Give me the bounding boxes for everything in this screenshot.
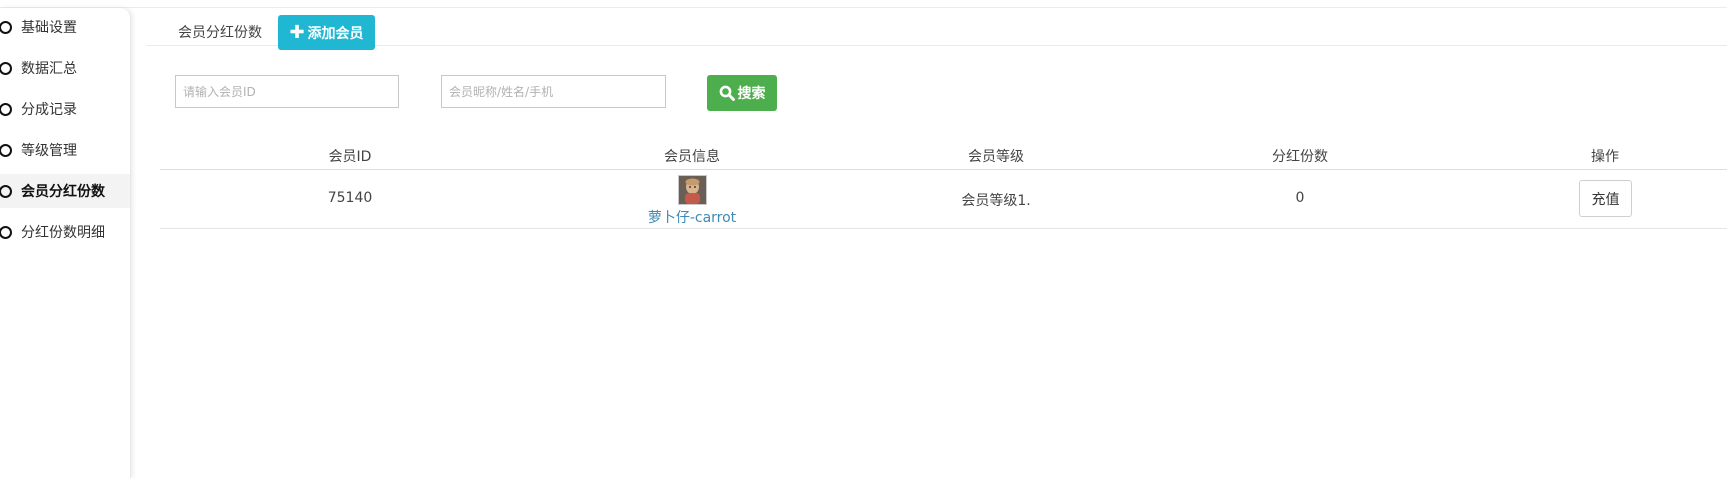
- search-icon: [719, 85, 735, 101]
- column-header-actions: 操作: [1591, 149, 1619, 165]
- circle-icon: [0, 102, 12, 116]
- sidebar-item-label: 等级管理: [21, 143, 77, 159]
- circle-icon: [0, 184, 12, 198]
- sidebar-item-label: 分成记录: [21, 102, 77, 118]
- avatar[interactable]: [678, 175, 707, 205]
- member-keyword-input[interactable]: [441, 75, 666, 108]
- circle-icon: [0, 61, 12, 75]
- sidebar-item-level-management[interactable]: 等级管理: [0, 133, 130, 167]
- sidebar-item-label: 会员分红份数: [21, 184, 105, 200]
- search-button-label: 搜索: [737, 86, 766, 102]
- column-header-member-id: 会员ID: [328, 149, 372, 165]
- search-button[interactable]: 搜索: [707, 75, 777, 111]
- sidebar-item-member-shares[interactable]: 会员分红份数: [0, 174, 130, 208]
- column-header-shares: 分红份数: [1272, 149, 1328, 165]
- circle-icon: [0, 225, 12, 239]
- add-member-label: 添加会员: [307, 25, 364, 42]
- top-border: [0, 0, 1727, 8]
- avatar-image: [679, 176, 706, 204]
- column-header-member-info: 会员信息: [664, 149, 720, 165]
- sidebar-item-basic-settings[interactable]: 基础设置: [0, 10, 130, 44]
- tab-member-shares[interactable]: 会员分红份数: [178, 22, 262, 42]
- sidebar-item-label: 基础设置: [21, 20, 77, 36]
- circle-icon: [0, 20, 12, 34]
- sidebar-item-label: 分红份数明细: [21, 225, 105, 241]
- add-member-button[interactable]: ✚ 添加会员: [278, 15, 375, 50]
- member-level-cell: 会员等级1.: [961, 193, 1031, 209]
- sidebar-item-label: 数据汇总: [21, 61, 77, 77]
- recharge-button[interactable]: 充值: [1579, 180, 1632, 217]
- table-row: 75140 萝卜仔-carrot 会员等级1. 0 充值: [160, 170, 1727, 229]
- sidebar-item-share-details[interactable]: 分红份数明细: [0, 215, 130, 249]
- sidebar-item-commission-records[interactable]: 分成记录: [0, 92, 130, 126]
- member-nickname-link[interactable]: 萝卜仔-carrot: [648, 207, 736, 227]
- column-header-member-level: 会员等级: [968, 149, 1024, 165]
- member-id-input[interactable]: [175, 75, 399, 108]
- recharge-button-label: 充值: [1591, 191, 1620, 208]
- tab-bar: 会员分红份数 ✚ 添加会员: [146, 8, 1727, 50]
- table-header: 会员ID 会员信息 会员等级 分红份数 操作: [160, 140, 1727, 170]
- circle-icon: [0, 143, 12, 157]
- sidebar: 基础设置 数据汇总 分成记录 等级管理 会员分红份数 分红份数明细: [0, 8, 131, 478]
- plus-icon: ✚: [289, 21, 305, 43]
- shares-cell: 0: [1295, 190, 1305, 206]
- member-id-cell: 75140: [327, 190, 373, 206]
- sidebar-item-data-summary[interactable]: 数据汇总: [0, 51, 130, 85]
